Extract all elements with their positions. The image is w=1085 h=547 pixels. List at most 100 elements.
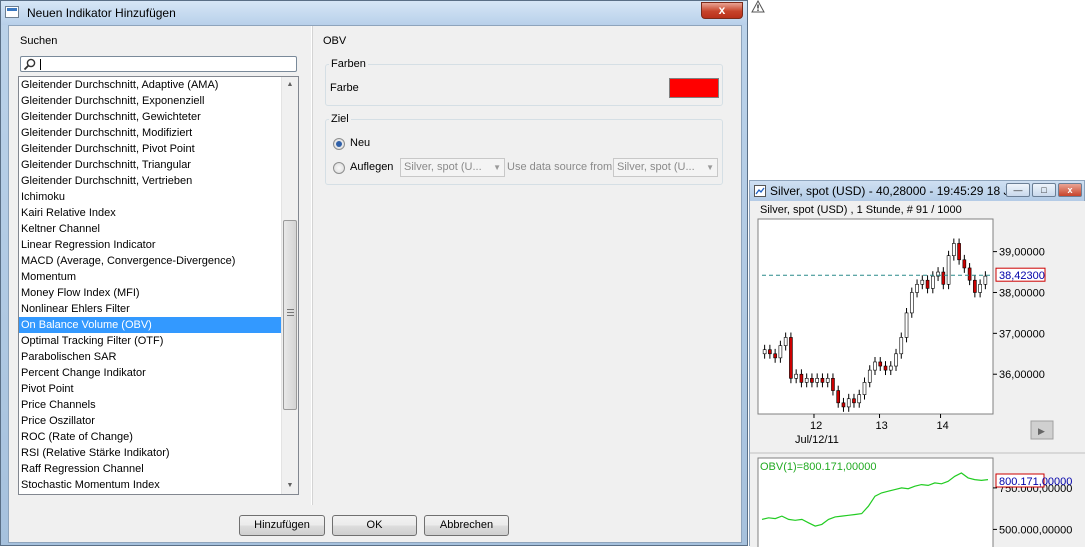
chevron-down-icon: ▼ xyxy=(493,163,501,172)
list-item[interactable]: Optimal Tracking Filter (OTF) xyxy=(19,333,281,349)
candle-body xyxy=(789,337,793,379)
indicator-name-title: OBV xyxy=(323,35,347,47)
color-label: Farbe xyxy=(330,82,359,94)
list-item[interactable]: Gleitender Durchschnitt, Vertrieben xyxy=(19,173,281,189)
candle-body xyxy=(815,378,819,383)
list-item[interactable]: MACD (Average, Convergence-Divergence) xyxy=(19,253,281,269)
candle-body xyxy=(899,337,904,355)
candle-body xyxy=(973,279,977,293)
candle-body xyxy=(852,398,856,404)
cancel-button[interactable]: Abbrechen xyxy=(424,515,509,536)
add-button[interactable]: Hinzufügen xyxy=(239,515,325,536)
radio-overlay-label[interactable]: Auflegen xyxy=(350,161,393,173)
indicator-settings-panel: OBV Farben Farbe Ziel Neu Auflegen Silve… xyxy=(313,26,741,505)
candle-body xyxy=(857,394,862,404)
candle-body xyxy=(941,271,946,285)
list-item[interactable]: Gleitender Durchschnitt, Exponenziell xyxy=(19,93,281,109)
list-item[interactable]: Gleitender Durchschnitt, Triangular xyxy=(19,157,281,173)
candle-body xyxy=(831,378,835,391)
candle-body xyxy=(778,345,783,359)
list-item[interactable]: Price Oszillator xyxy=(19,413,281,429)
search-box[interactable] xyxy=(20,56,297,72)
candle-body xyxy=(883,365,888,371)
list-item[interactable]: Parabolischen SAR xyxy=(19,349,281,365)
close-icon[interactable]: x xyxy=(1058,183,1082,197)
chart-subtitle: Silver, spot (USD) , 1 Stunde, # 91 / 10… xyxy=(760,204,962,216)
ok-button[interactable]: OK xyxy=(332,515,417,536)
price-tick-label: 38,00000 xyxy=(999,287,1045,299)
data-source-select[interactable]: Silver, spot (U... ▼ xyxy=(613,158,718,177)
candle-body xyxy=(946,255,951,285)
price-tick-label: 37,00000 xyxy=(999,328,1045,340)
candle-body xyxy=(925,279,930,289)
scroll-down-icon[interactable]: ▼ xyxy=(282,478,298,494)
obv-last-label: 800.171,00000 xyxy=(999,476,1072,488)
candle-body xyxy=(873,361,877,371)
overlay-target-select[interactable]: Silver, spot (U... ▼ xyxy=(400,158,505,177)
search-label: Suchen xyxy=(20,35,58,47)
price-chart-svg[interactable]: Silver, spot (USD) , 1 Stunde, # 91 / 10… xyxy=(750,201,1085,547)
candle-body xyxy=(762,349,767,355)
time-tick-label: 12 xyxy=(810,420,822,432)
list-item[interactable]: Kairi Relative Index xyxy=(19,205,281,221)
candle-body xyxy=(915,284,919,293)
radio-new[interactable] xyxy=(333,138,345,150)
list-item[interactable]: Gleitender Durchschnitt, Adaptive (AMA) xyxy=(19,77,281,93)
scroll-right-icon[interactable]: ▶ xyxy=(1030,420,1054,440)
list-item[interactable]: Raff Regression Channel xyxy=(19,461,281,477)
date-label: Jul/12/11 xyxy=(795,434,839,446)
maximize-icon[interactable]: □ xyxy=(1032,183,1056,197)
indicator-list[interactable]: Gleitender Durchschnitt, Adaptive (AMA) G… xyxy=(18,76,299,495)
list-scrollbar[interactable]: ▲ ▼ xyxy=(281,77,298,494)
price-axis: 39,00000 38,00000 37,00000 36,00000 xyxy=(993,247,1045,381)
color-picker-swatch[interactable] xyxy=(669,78,719,98)
list-item[interactable]: Price Channels xyxy=(19,397,281,413)
list-item[interactable]: Linear Regression Indicator xyxy=(19,237,281,253)
scroll-up-icon[interactable]: ▲ xyxy=(282,77,298,93)
colors-group-title: Farben xyxy=(329,58,368,70)
list-item[interactable]: Stochastic Momentum Index xyxy=(19,477,281,493)
list-item[interactable]: Ichimoku xyxy=(19,189,281,205)
list-item[interactable]: Gleitender Durchschnitt, Pivot Point xyxy=(19,141,281,157)
chart-window: Silver, spot (USD) - 40,28000 - 19:45:29… xyxy=(749,180,1085,547)
candle-body xyxy=(920,279,925,285)
dialog-close-button[interactable]: x xyxy=(701,2,743,19)
radio-overlay[interactable] xyxy=(333,162,345,174)
price-tick-label: 36,00000 xyxy=(999,369,1045,381)
candle-body xyxy=(794,373,798,379)
search-input[interactable] xyxy=(39,57,294,71)
list-item[interactable]: Gleitender Durchschnitt, Gewichteter xyxy=(19,109,281,125)
list-item[interactable]: Money Flow Index (MFI) xyxy=(19,285,281,301)
candle-body xyxy=(773,353,777,359)
chart-window-title: Silver, spot (USD) - 40,28000 - 19:45:29… xyxy=(770,184,1020,198)
radio-new-label[interactable]: Neu xyxy=(350,137,370,149)
indicator-list-items: Gleitender Durchschnitt, Adaptive (AMA) G… xyxy=(19,77,281,493)
list-item[interactable]: Nonlinear Ehlers Filter xyxy=(19,301,281,317)
colors-group xyxy=(325,64,723,106)
list-item[interactable]: Momentum xyxy=(19,269,281,285)
candle-body xyxy=(768,349,772,355)
obv-title: OBV(1)=800.171,00000 xyxy=(760,461,877,473)
use-source-label: Use data source from xyxy=(507,161,613,173)
dialog-titlebar[interactable]: Neuen Indikator Hinzufügen x xyxy=(1,1,747,25)
candle-body xyxy=(799,373,804,383)
list-item[interactable]: Percent Change Indikator xyxy=(19,365,281,381)
list-item[interactable]: Pivot Point xyxy=(19,381,281,397)
list-item[interactable]: Gleitender Durchschnitt, Modifiziert xyxy=(19,125,281,141)
chart-area: Silver, spot (USD) , 1 Stunde, # 91 / 10… xyxy=(750,201,1085,547)
minimize-icon[interactable]: — xyxy=(1006,183,1030,197)
grip-icon xyxy=(287,309,294,317)
list-item[interactable]: RSI (Relative Stärke Indikator) xyxy=(19,445,281,461)
search-icon xyxy=(23,58,36,71)
list-item[interactable]: Keltner Channel xyxy=(19,221,281,237)
obv-tick-label: 500.000,00000 xyxy=(999,524,1072,536)
list-item[interactable]: On Balance Volume (OBV) xyxy=(19,317,281,333)
time-tick-label: 13 xyxy=(876,420,888,432)
candle-body xyxy=(867,369,872,383)
chevron-down-icon: ▼ xyxy=(706,163,714,172)
list-item[interactable]: ROC (Rate of Change) xyxy=(19,429,281,445)
candle-body xyxy=(810,378,814,383)
warning-icon xyxy=(751,0,765,13)
scroll-thumb[interactable] xyxy=(283,220,297,410)
chart-titlebar[interactable]: Silver, spot (USD) - 40,28000 - 19:45:29… xyxy=(750,181,1084,201)
